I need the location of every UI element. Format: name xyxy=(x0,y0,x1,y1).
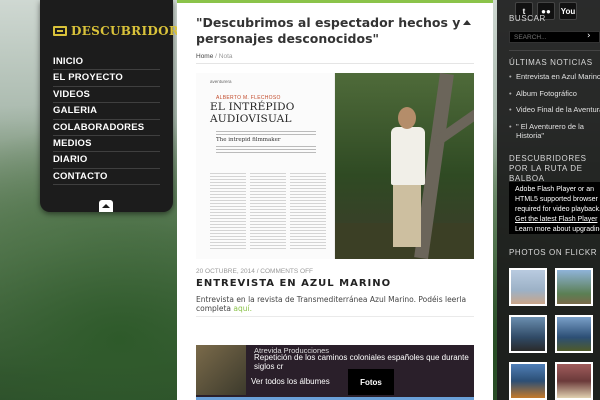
flickr-photo[interactable] xyxy=(555,315,593,353)
news-item[interactable]: " El Aventurero de la xyxy=(509,122,600,132)
collapse-menu-button[interactable] xyxy=(99,200,113,212)
chevron-up-icon[interactable] xyxy=(463,20,471,25)
breadcrumb: Home / Nota xyxy=(196,53,233,60)
camera-icon xyxy=(53,26,67,36)
breadcrumb-separator: / xyxy=(215,53,217,60)
flash-message-line: HTML5 supported browser is xyxy=(515,196,600,203)
breadcrumb-home[interactable]: Home xyxy=(196,53,213,60)
magazine-brand: aventurera xyxy=(210,79,232,84)
post-meta: 20 OCTUBRE, 2014 / COMMENTS OFF xyxy=(196,268,314,275)
chevron-up-icon xyxy=(102,204,110,208)
divider xyxy=(196,316,474,317)
flash-message-line: Adobe Flash Player or an xyxy=(515,186,594,193)
photo-album-widget[interactable]: Atrevida Producciones Repetición de los … xyxy=(196,345,474,400)
nav-item-inicio[interactable]: INICIO xyxy=(53,54,160,71)
magazine-intro-lines-2 xyxy=(216,146,316,155)
magazine-page: aventurera ALBERTO M. FLECHOSO EL INTRÉP… xyxy=(196,73,335,259)
all-albums-link[interactable]: Ver todos los álbumes xyxy=(251,377,330,386)
magazine-photo xyxy=(335,73,474,259)
video-player[interactable]: Adobe Flash Player or an HTML5 supported… xyxy=(509,182,600,234)
get-flash-link[interactable]: Get the latest Flash Player xyxy=(515,216,597,223)
news-item[interactable]: Album Fotográfico xyxy=(509,89,600,99)
latest-news-list: Entrevista en Azul Marino Album Fotográf… xyxy=(509,72,600,141)
magazine-body-text xyxy=(210,173,326,251)
magazine-headline: EL INTRÉPIDO AUDIOVISUAL xyxy=(210,101,295,125)
left-navigation: DESCUBRIDORES INICIO EL PROYECTO VIDEOS … xyxy=(40,0,197,212)
nav-item-colaboradores[interactable]: COLABORADORES xyxy=(53,120,160,136)
flickr-photo[interactable] xyxy=(555,362,593,400)
news-item[interactable]: Entrevista en Azul Marino xyxy=(509,72,600,82)
nav-item-el-proyecto[interactable]: EL PROYECTO xyxy=(53,70,160,87)
nav-item-medios[interactable]: MEDIOS xyxy=(53,136,160,153)
breadcrumb-current: Nota xyxy=(218,53,233,60)
post-title[interactable]: "Descubrimos al espectador hechos y pers… xyxy=(196,15,466,47)
flickr-photo[interactable] xyxy=(509,315,547,353)
flickr-photo[interactable] xyxy=(509,362,547,400)
latest-news-heading: ÚLTIMAS NOTICIAS xyxy=(509,58,593,67)
flash-message-line: required for video playback. xyxy=(515,206,600,213)
post-title-entrevista[interactable]: ENTREVISTA EN AZUL MARINO xyxy=(196,278,391,289)
flickr-heading: PHOTOS ON FLICKR xyxy=(509,248,598,257)
album-thumbnail[interactable] xyxy=(196,345,246,395)
main-menu: INICIO EL PROYECTO VIDEOS GALERIA COLABO… xyxy=(53,54,160,186)
photos-tab[interactable]: Fotos xyxy=(348,369,394,395)
divider xyxy=(509,50,600,51)
site-logo[interactable]: DESCUBRIDORES xyxy=(53,24,198,38)
read-more-link[interactable]: aquí. xyxy=(233,304,252,313)
nav-item-galeria[interactable]: GALERIA xyxy=(53,103,160,120)
magazine-subheadline: The intrepid filmmaker xyxy=(216,137,281,143)
route-heading: DESCUBRIDORES POR LA RUTA DE BALBOA xyxy=(509,154,587,183)
magazine-image[interactable]: aventurera ALBERTO M. FLECHOSO EL INTRÉP… xyxy=(196,73,474,259)
news-item[interactable]: Video Final de la Aventura xyxy=(509,105,600,115)
nav-item-videos[interactable]: VIDEOS xyxy=(53,87,160,104)
flickr-photo[interactable] xyxy=(555,268,593,306)
search-submit-icon[interactable]: › xyxy=(587,31,591,41)
flickr-gallery xyxy=(509,268,600,400)
flickr-photo[interactable] xyxy=(509,268,547,306)
divider xyxy=(196,63,474,64)
youtube-icon[interactable]: You xyxy=(559,2,577,20)
right-sidebar: t ●● You BUSCAR › ÚLTIMAS NOTICIAS Entre… xyxy=(497,0,600,400)
news-item-continued[interactable]: Historia" xyxy=(509,131,600,141)
main-content: "Descubrimos al espectador hechos y pers… xyxy=(177,0,493,400)
post-excerpt: Entrevista en la revista de Transmediter… xyxy=(196,295,476,313)
search-heading: BUSCAR xyxy=(509,14,546,23)
learn-more-link[interactable]: Learn more about upgrading xyxy=(515,225,600,234)
nav-item-diario[interactable]: DIARIO xyxy=(53,152,160,169)
nav-item-contacto[interactable]: CONTACTO xyxy=(53,169,160,186)
